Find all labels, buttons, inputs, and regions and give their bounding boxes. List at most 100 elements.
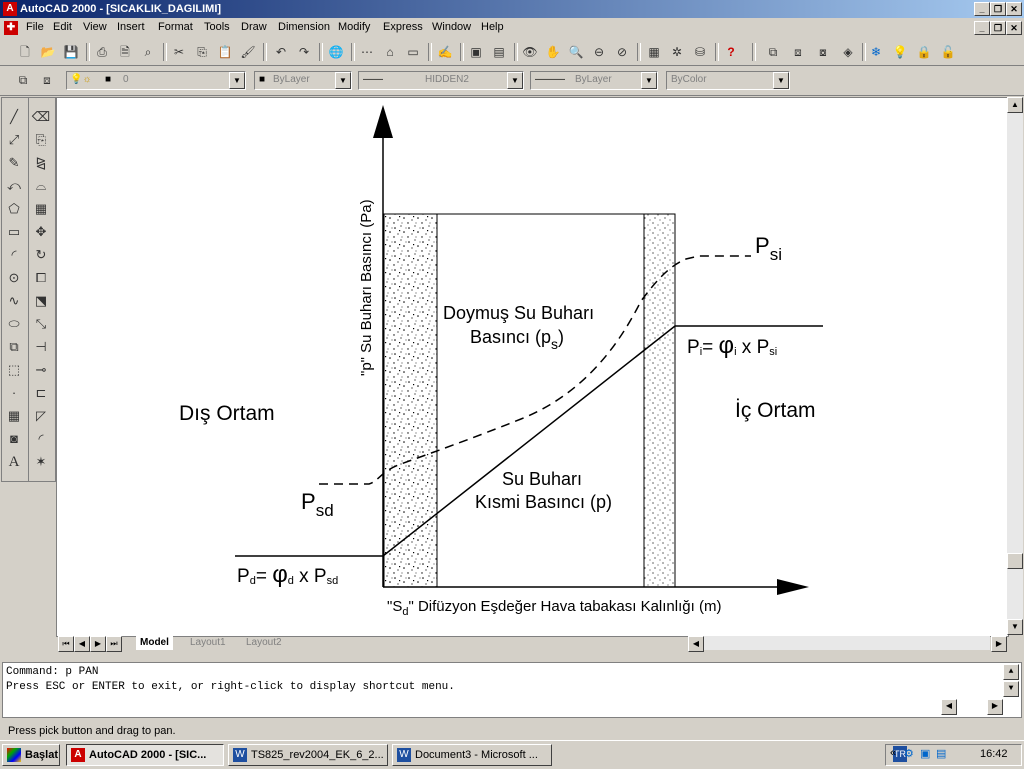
scroll-up-icon[interactable]: ▲ [1007, 97, 1023, 113]
scroll-down-icon[interactable]: ▼ [1007, 619, 1023, 635]
arc-icon[interactable]: ◜ [3, 244, 25, 266]
tab-layout1[interactable]: Layout1 [190, 636, 226, 650]
database-icon[interactable]: ⛁ [691, 43, 709, 61]
aerial-view-icon[interactable]: ▣ [467, 43, 485, 61]
tab-model[interactable]: Model [136, 636, 173, 650]
unlock-icon[interactable]: 🔓 [939, 43, 957, 61]
menu-express[interactable]: Express [383, 21, 423, 33]
zoom-realtime-icon[interactable]: 🔍 [567, 43, 585, 61]
menu-dimension[interactable]: Dimension [278, 21, 330, 33]
match-properties-icon[interactable]: 🖌 [239, 43, 257, 61]
command-window[interactable]: Command: p PAN Press ESC or ENTER to exi… [2, 662, 1022, 718]
layers-icon[interactable]: ⧉ [14, 71, 32, 89]
plotstyle-dropdown[interactable]: ByColor ▼ [666, 71, 790, 90]
next-tab-icon[interactable]: ▶ [90, 636, 106, 652]
rotate-icon[interactable]: ↻ [30, 244, 52, 266]
offset-icon[interactable]: ⌓ [30, 175, 52, 197]
mtext-icon[interactable]: A [3, 451, 25, 473]
inquiry-icon[interactable]: ▭ [404, 43, 422, 61]
menu-help[interactable]: Help [481, 21, 504, 33]
document-icon[interactable]: ✚ [4, 21, 18, 35]
pan-realtime-icon[interactable]: ✋ [544, 43, 562, 61]
clock[interactable]: 16:42 [980, 748, 1008, 760]
undo-icon[interactable]: ↶ [272, 43, 290, 61]
print-icon[interactable]: ⎙ [93, 43, 111, 61]
ellipse-icon[interactable]: ⬭ [3, 313, 25, 335]
vertical-scrollbar[interactable]: ▲ ▼ [1007, 97, 1023, 635]
color-dropdown[interactable]: ■ ByLayer ▼ [254, 71, 352, 90]
copy-icon[interactable]: ⎘ [193, 43, 211, 61]
paste-icon[interactable]: 📋 [216, 43, 234, 61]
express-layer-icon[interactable]: ⧉ [764, 43, 782, 61]
design-center-icon[interactable]: ✲ [668, 43, 686, 61]
move-icon[interactable]: ✥ [30, 221, 52, 243]
doc-close-icon[interactable]: ✕ [1006, 21, 1022, 35]
chevron-down-icon[interactable]: ▼ [335, 72, 351, 89]
insert-block-icon[interactable]: ⧉ [3, 336, 25, 358]
explode-icon[interactable]: ✶ [30, 451, 52, 473]
taskbar-item-word2[interactable]: W Document3 - Microsoft ... [392, 744, 552, 766]
scroll-right-icon[interactable]: ▶ [991, 636, 1007, 652]
point-icon[interactable]: · [3, 382, 25, 404]
outer-insulation-layer[interactable] [383, 213, 438, 588]
rectangle-icon[interactable]: ▭ [3, 221, 25, 243]
trim-icon[interactable]: ⊣ [30, 336, 52, 358]
mirror-icon[interactable]: ⧎ [30, 152, 52, 174]
menu-format[interactable]: Format [158, 21, 193, 33]
restore-icon[interactable]: ❐ [990, 2, 1006, 16]
menu-insert[interactable]: Insert [117, 21, 145, 33]
new-icon[interactable]: 🗋 [16, 43, 34, 61]
menu-window[interactable]: Window [432, 21, 471, 33]
lengthen-icon[interactable]: ⤡ [30, 313, 52, 335]
first-tab-icon[interactable]: ⏮ [58, 636, 74, 652]
redraw-icon[interactable]: ✍ [436, 43, 454, 61]
menu-modify[interactable]: Modify [338, 21, 370, 33]
break-icon[interactable]: ⊏ [30, 382, 52, 404]
cmd-scroll-down-icon[interactable]: ▼ [1003, 681, 1019, 697]
multiline-icon[interactable]: ⤺ [3, 175, 25, 197]
hatch-icon[interactable]: ▦ [3, 405, 25, 427]
open-icon[interactable]: 📂 [39, 43, 57, 61]
object-snap-icon[interactable]: ⋯ [358, 43, 376, 61]
layer-dropdown[interactable]: 💡☼ ■ 0 ▼ [66, 71, 246, 90]
doc-restore-icon[interactable]: ❐ [990, 21, 1006, 35]
chevron-down-icon[interactable]: ▼ [507, 72, 523, 89]
monitor-icon[interactable]: ▣ [920, 747, 930, 760]
tray-expand-icon[interactable]: « [890, 747, 896, 759]
help-icon[interactable]: ? [722, 43, 740, 61]
lock-icon[interactable]: 🔒 [915, 43, 933, 61]
chevron-down-icon[interactable]: ▼ [229, 72, 245, 89]
last-tab-icon[interactable]: ⏭ [106, 636, 122, 652]
erase-icon[interactable]: ⌫ [30, 106, 52, 128]
make-current-icon[interactable]: ⧈ [38, 71, 56, 89]
cmd-scroll-right-icon[interactable]: ▶ [987, 699, 1003, 715]
save-icon[interactable]: 💾 [62, 43, 80, 61]
autocad-icon[interactable]: A [3, 2, 17, 16]
light-icon[interactable]: 💡 [891, 43, 909, 61]
ucs-icon[interactable]: ⌂ [381, 43, 399, 61]
cut-icon[interactable]: ✂ [170, 43, 188, 61]
scale-icon[interactable]: ⧠ [30, 267, 52, 289]
taskbar-item-autocad[interactable]: A AutoCAD 2000 - [SIC... [66, 744, 224, 766]
hyperlink-icon[interactable]: 🌐 [327, 43, 345, 61]
extend-icon[interactable]: ⊸ [30, 359, 52, 381]
prev-tab-icon[interactable]: ◀ [74, 636, 90, 652]
taskbar-item-word1[interactable]: W TS825_rev2004_EK_6_2... [228, 744, 388, 766]
horizontal-scrollbar[interactable] [704, 636, 990, 650]
copy-object-icon[interactable]: ⎘ [30, 129, 52, 151]
region-icon[interactable]: ◙ [3, 428, 25, 450]
spline-icon[interactable]: ∿ [3, 290, 25, 312]
cmd-scroll-left-icon[interactable]: ◀ [941, 699, 957, 715]
zoom-previous-icon[interactable]: ⊘ [613, 43, 631, 61]
partial-pressure-line[interactable] [235, 325, 823, 557]
scroll-thumb[interactable] [1007, 553, 1023, 569]
chamfer-icon[interactable]: ◸ [30, 405, 52, 427]
cmd-scroll-up-icon[interactable]: ▲ [1003, 664, 1019, 680]
inner-plaster-layer[interactable] [643, 213, 676, 588]
express-text-icon[interactable]: ⧇ [814, 43, 832, 61]
linetype-dropdown[interactable]: —— HIDDEN2 ▼ [358, 71, 524, 90]
named-views-icon[interactable]: ▤ [490, 43, 508, 61]
freeze-icon[interactable]: ❄ [867, 43, 885, 61]
properties-icon[interactable]: ▦ [645, 43, 663, 61]
tab-layout2[interactable]: Layout2 [246, 636, 282, 650]
